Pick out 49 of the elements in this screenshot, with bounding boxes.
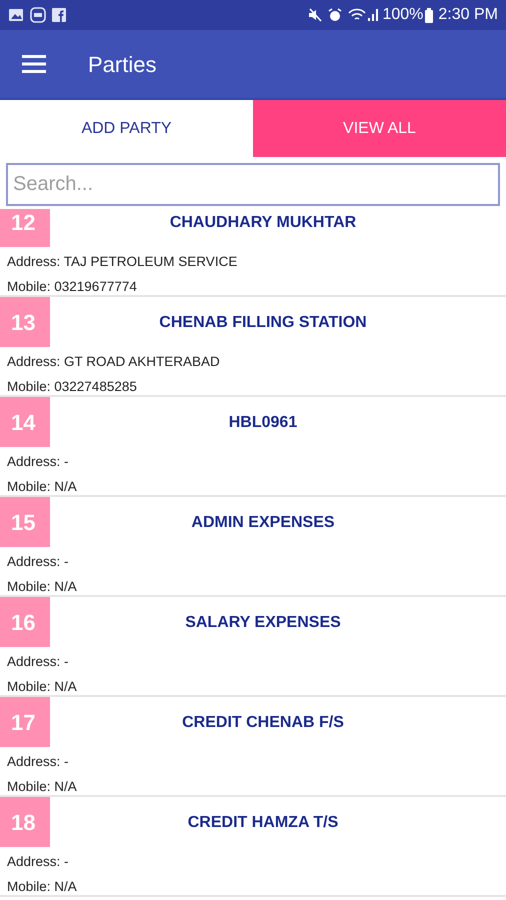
party-card[interactable]: 12 CHAUDHARY MUKHTAR Address: TAJ PETROLEUM SERVICE Mobile: 03219677774 — [0, 209, 506, 297]
party-name: CHAUDHARY MUKHTAR — [168, 213, 358, 233]
party-address: Address: - — [6, 553, 70, 571]
party-card[interactable]: 13 CHENAB FILLING STATION Address: GT ROAD AKHTERABAD Mobile: 03227485285 — [0, 297, 506, 397]
party-card[interactable]: 18 CREDIT HAMZA T/S Address: - Mobile: N/A — [0, 797, 506, 897]
party-address: Address: TAJ PETROLEUM SERVICE — [6, 253, 238, 271]
party-card[interactable]: 15 ADMIN EXPENSES Address: - Mobile: N/A — [0, 497, 506, 597]
party-name: CREDIT HAMZA T/S — [186, 813, 340, 833]
app-icon — [30, 7, 46, 23]
party-mobile: Mobile: 03219677774 — [6, 278, 138, 296]
party-name: ADMIN EXPENSES — [190, 513, 336, 533]
party-mobile: Mobile: N/A — [6, 678, 78, 696]
search-field[interactable]: Search... — [6, 163, 500, 206]
battery-level: 100% — [382, 5, 424, 25]
menu-icon — [22, 55, 46, 73]
party-name: CREDIT CHENAB F/S — [181, 713, 345, 733]
party-mobile: Mobile: 03227485285 — [6, 378, 138, 396]
alarm-icon — [327, 7, 344, 23]
party-number: 14 — [0, 397, 50, 447]
party-address: Address: GT ROAD AKHTERABAD — [6, 353, 221, 371]
party-number: 18 — [0, 797, 50, 847]
party-number: 17 — [0, 697, 50, 747]
image-icon — [8, 8, 24, 22]
battery-icon — [425, 8, 434, 22]
party-card[interactable]: 17 CREDIT CHENAB F/S Address: - Mobile: N/A — [0, 697, 506, 797]
party-number: 16 — [0, 597, 50, 647]
mute-icon — [307, 7, 324, 23]
party-mobile: Mobile: N/A — [6, 878, 78, 896]
clock: 2:30 PM — [438, 5, 498, 25]
party-number: 15 — [0, 497, 50, 547]
party-number: 12 — [0, 209, 50, 247]
square-f-icon — [52, 8, 66, 22]
party-mobile: Mobile: N/A — [6, 778, 78, 796]
party-number: 13 — [0, 297, 50, 347]
menu-button[interactable] — [22, 54, 48, 74]
party-name: CHENAB FILLING STATION — [158, 313, 368, 333]
party-mobile: Mobile: N/A — [6, 478, 78, 496]
party-name: HBL0961 — [228, 413, 298, 433]
party-address: Address: - — [6, 453, 70, 471]
party-name: SALARY EXPENSES — [184, 613, 342, 633]
wifi-icon — [348, 8, 366, 22]
party-address: Address: - — [6, 853, 70, 871]
party-address: Address: - — [6, 653, 70, 671]
party-card[interactable]: 14 HBL0961 Address: - Mobile: N/A — [0, 397, 506, 497]
party-card[interactable]: 16 SALARY EXPENSES Address: - Mobile: N/A — [0, 597, 506, 697]
screen-title: Parties — [88, 50, 156, 78]
party-address: Address: - — [6, 753, 70, 771]
signal-icon — [367, 8, 380, 22]
party-mobile: Mobile: N/A — [6, 578, 78, 596]
